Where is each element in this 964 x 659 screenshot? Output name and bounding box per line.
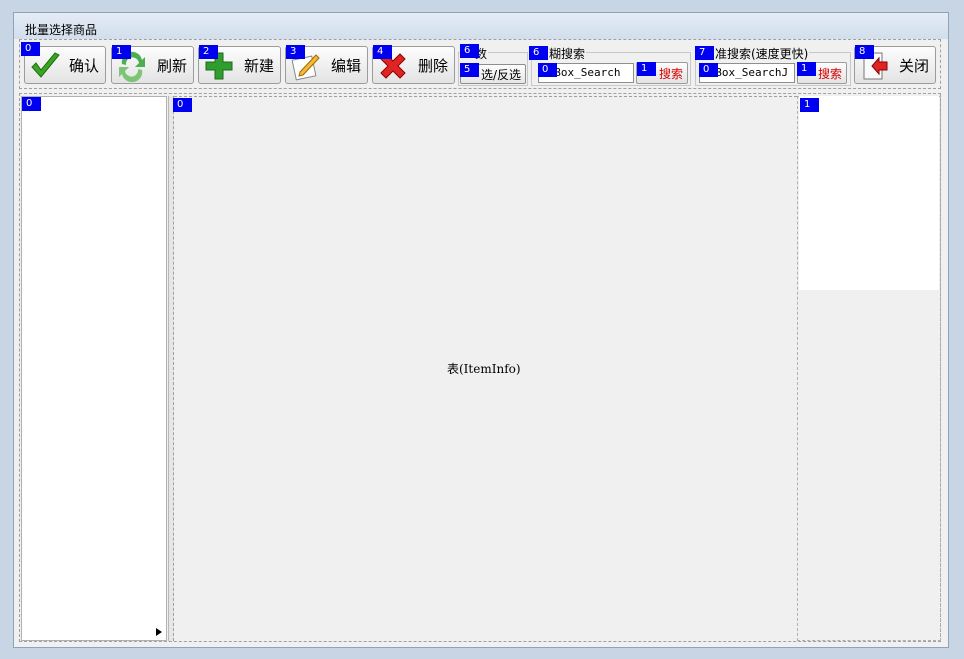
badge: 3: [286, 45, 305, 59]
badge: 5: [460, 63, 479, 77]
refresh-label: 刷新: [156, 56, 187, 75]
badge: 6: [460, 44, 479, 58]
badge: 1: [112, 45, 131, 59]
edit-label: 编辑: [330, 56, 361, 75]
title-bar: [14, 13, 948, 39]
new-label: 新建: [243, 56, 274, 75]
fuzzy-search-label: 糊搜索: [548, 45, 587, 62]
badge: 0: [538, 63, 557, 77]
badge: 0: [173, 98, 192, 112]
badge: 1: [637, 62, 656, 76]
confirm-label: 确认: [68, 56, 99, 75]
badge: 0: [699, 63, 718, 77]
exact-search-label: 准搜索(速度更快): [714, 45, 810, 62]
badge: 4: [373, 45, 392, 59]
right-panel[interactable]: [799, 96, 939, 290]
badge: 0: [21, 42, 40, 56]
badge: 2: [199, 45, 218, 59]
expand-arrow-icon[interactable]: [155, 627, 163, 637]
badge: 8: [855, 45, 874, 59]
badge: 1: [797, 62, 816, 76]
badge: 6: [529, 46, 548, 60]
table-placeholder-text: 表(ItemInfo): [447, 362, 521, 376]
badge: 7: [695, 46, 714, 60]
fuzzy-search-button-label: 搜索: [658, 66, 683, 81]
select-invert-label: 选/反选: [480, 67, 521, 82]
left-panel[interactable]: [21, 96, 167, 641]
close-label: 关闭: [898, 56, 929, 75]
badge: 1: [800, 98, 819, 112]
exact-search-button-label: 搜索: [817, 66, 842, 81]
window-title: 批量选择商品: [25, 23, 98, 37]
delete-label: 删除: [417, 56, 448, 75]
badge: 0: [22, 97, 41, 111]
